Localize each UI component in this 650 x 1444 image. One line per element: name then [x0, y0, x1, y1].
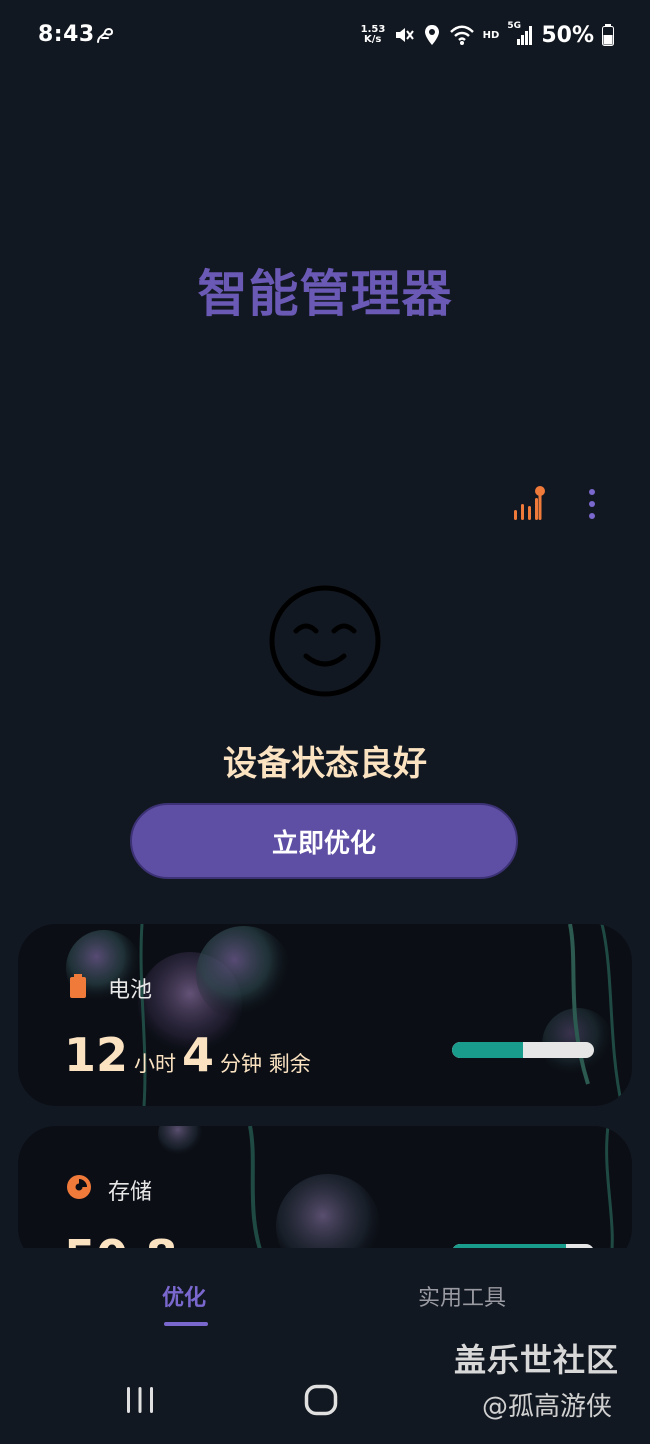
tab-utilities[interactable]: 实用工具: [418, 1280, 506, 1312]
battery-progress-bar: [452, 1042, 594, 1058]
battery-percent: 50%: [541, 22, 594, 48]
battery-icon: [66, 974, 90, 998]
device-status-text: 设备状态良好: [223, 744, 427, 784]
more-options-icon[interactable]: [580, 486, 604, 522]
battery-card[interactable]: 电池 12 小时 4 分钟 剩余: [18, 924, 632, 1106]
battery-minutes-unit: 分钟 剩余: [220, 1052, 311, 1076]
battery-remaining: 12 小时 4 分钟 剩余: [64, 1028, 311, 1082]
bottom-navigation: 优化 实用工具 盖乐世社区 @孤高游侠: [0, 1248, 650, 1444]
signal-icon: 5G: [507, 21, 533, 47]
optimize-now-button[interactable]: 立即优化: [130, 803, 518, 879]
battery-hours: 12: [64, 1028, 129, 1082]
status-indicators: 1.53 K/s HD 5G 50%: [361, 20, 614, 50]
watermark-author: @孤高游侠: [482, 1392, 613, 1422]
location-icon: [424, 25, 439, 45]
storage-label: 存储: [108, 1180, 153, 1205]
net-speed: 1.53 K/s: [360, 24, 386, 45]
status-bar: 8:43 1.53 K/s HD 5G 50%: [0, 0, 650, 72]
battery-hours-unit: 小时: [134, 1052, 177, 1076]
app-title: 智能管理器: [197, 265, 453, 323]
link-icon: [97, 28, 114, 43]
mute-icon: [395, 28, 414, 42]
battery-progress-fill: [452, 1042, 523, 1058]
stats-icon[interactable]: [510, 484, 550, 524]
watermark-title: 盖乐世社区: [454, 1341, 620, 1379]
battery-icon: [602, 24, 614, 46]
wifi-icon: [449, 25, 474, 45]
home-icon[interactable]: [304, 1384, 338, 1416]
recent-apps-icon[interactable]: [124, 1385, 156, 1415]
status-time: 8:43: [38, 22, 95, 47]
storage-pie-icon: [66, 1174, 91, 1199]
active-tab-indicator: [164, 1322, 208, 1326]
battery-label: 电池: [108, 978, 153, 1003]
tab-optimize[interactable]: 优化: [162, 1280, 206, 1312]
hd-indicator: HD: [482, 29, 500, 41]
battery-minutes: 4: [182, 1028, 215, 1082]
smiley-icon: [269, 585, 381, 697]
storage-card[interactable]: 存储 50.8: [18, 1126, 632, 1266]
